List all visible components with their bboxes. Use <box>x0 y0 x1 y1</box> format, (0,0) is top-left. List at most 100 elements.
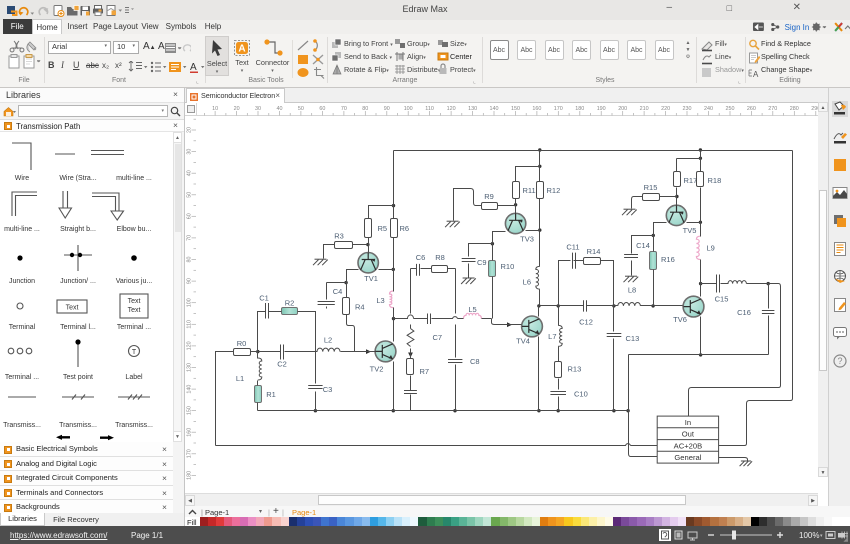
svg-text:C3: C3 <box>323 385 333 394</box>
svg-text:L6: L6 <box>523 278 531 287</box>
svg-text:20: 20 <box>234 106 240 112</box>
svg-text:L7: L7 <box>548 332 556 341</box>
svg-text:TV4: TV4 <box>516 337 530 346</box>
svg-text:TV1: TV1 <box>364 274 378 283</box>
svg-text:100: 100 <box>187 298 193 307</box>
svg-text:90: 90 <box>384 106 390 112</box>
svg-text:100%: 100% <box>799 531 819 540</box>
svg-text:L3: L3 <box>376 296 384 305</box>
svg-text:100: 100 <box>404 106 413 112</box>
svg-text:150: 150 <box>511 106 520 112</box>
svg-text:L5: L5 <box>468 305 476 314</box>
svg-text:80: 80 <box>362 106 368 112</box>
svg-text:200: 200 <box>618 106 627 112</box>
svg-text:A: A <box>238 44 245 55</box>
svg-text:R17: R17 <box>684 176 698 185</box>
svg-text:In: In <box>685 418 691 427</box>
svg-text:multi-line ...: multi-line ... <box>4 226 40 233</box>
svg-text:120: 120 <box>187 341 193 350</box>
svg-text:C12: C12 <box>579 318 593 327</box>
svg-text:C1: C1 <box>259 294 269 303</box>
svg-text:A: A <box>753 70 759 79</box>
svg-text:20: 20 <box>187 127 193 133</box>
svg-text:C7: C7 <box>433 333 443 342</box>
svg-text:AC+20B: AC+20B <box>674 441 703 450</box>
svg-text:70: 70 <box>187 235 193 241</box>
svg-text:250: 250 <box>726 106 735 112</box>
svg-text:General: General <box>674 453 701 462</box>
svg-text:R5: R5 <box>378 224 388 233</box>
svg-text:Junction: Junction <box>9 278 35 285</box>
svg-text:C14: C14 <box>636 241 650 250</box>
svg-text:TV2: TV2 <box>370 365 384 374</box>
svg-text:70: 70 <box>341 106 347 112</box>
svg-text:140: 140 <box>490 106 499 112</box>
svg-text:Transmiss...: Transmiss... <box>115 422 153 429</box>
svg-text:A: A <box>190 62 197 73</box>
svg-text:170: 170 <box>554 106 563 112</box>
svg-text:Transmiss...: Transmiss... <box>3 422 41 429</box>
svg-text:L9: L9 <box>707 244 715 253</box>
svg-text:R10: R10 <box>501 262 515 271</box>
svg-text:110: 110 <box>425 106 434 112</box>
svg-text:210: 210 <box>640 106 649 112</box>
svg-text:150: 150 <box>187 406 193 415</box>
svg-text:Text: Text <box>66 305 79 312</box>
svg-text:290: 290 <box>811 106 818 112</box>
svg-text:?: ? <box>837 356 842 366</box>
svg-text:TV6: TV6 <box>673 315 687 324</box>
svg-text:190: 190 <box>597 106 606 112</box>
svg-text:180: 180 <box>575 106 584 112</box>
svg-text:TV5: TV5 <box>683 226 697 235</box>
svg-text:280: 280 <box>790 106 799 112</box>
svg-text:C8: C8 <box>470 357 480 366</box>
svg-text:R0: R0 <box>237 339 247 348</box>
svg-text:Elbow bu...: Elbow bu... <box>117 226 152 233</box>
svg-text:R14: R14 <box>587 247 601 256</box>
svg-text:C9: C9 <box>477 258 487 267</box>
svg-text:160: 160 <box>532 106 541 112</box>
svg-text:140: 140 <box>187 385 193 394</box>
svg-text:Junction/ ...: Junction/ ... <box>60 278 96 285</box>
svg-text:R16: R16 <box>661 255 675 264</box>
svg-text:Text: Text <box>128 307 141 314</box>
svg-text:Transmiss...: Transmiss... <box>59 422 97 429</box>
svg-text:R4: R4 <box>355 303 365 312</box>
svg-text:R7: R7 <box>420 367 430 376</box>
svg-text:R8: R8 <box>435 253 445 262</box>
svg-text:C13: C13 <box>626 334 640 343</box>
svg-text:Wire: Wire <box>15 175 29 182</box>
svg-text:170: 170 <box>187 449 193 458</box>
svg-text:multi-line ...: multi-line ... <box>116 175 152 182</box>
svg-text:Terminal ...: Terminal ... <box>5 374 39 381</box>
svg-text:50: 50 <box>187 192 193 198</box>
svg-text:L8: L8 <box>628 286 636 295</box>
svg-text:L2: L2 <box>324 336 332 345</box>
svg-text:Straight b...: Straight b... <box>60 226 96 233</box>
svg-text:C2: C2 <box>277 360 287 369</box>
svg-text:180: 180 <box>187 471 193 480</box>
svg-text:R15: R15 <box>644 183 658 192</box>
svg-text:Label: Label <box>125 374 143 381</box>
svg-text:R2: R2 <box>285 299 295 308</box>
svg-text:60: 60 <box>187 213 193 219</box>
svg-text:130: 130 <box>468 106 477 112</box>
svg-text:C16: C16 <box>737 308 751 317</box>
svg-text:C6: C6 <box>416 253 426 262</box>
svg-text:R9: R9 <box>484 192 494 201</box>
svg-text:R11: R11 <box>523 186 536 195</box>
svg-text:240: 240 <box>704 106 713 112</box>
svg-text:Terminal l...: Terminal l... <box>60 324 96 331</box>
svg-text:80: 80 <box>187 257 193 263</box>
svg-text:30: 30 <box>187 149 193 155</box>
svg-text:Terminal: Terminal <box>9 324 36 331</box>
svg-text:Test point: Test point <box>63 374 93 381</box>
svg-text:C10: C10 <box>574 390 588 399</box>
svg-text:R18: R18 <box>708 176 722 185</box>
svg-text:120: 120 <box>447 106 456 112</box>
svg-text:Various ju...: Various ju... <box>116 278 152 285</box>
svg-text:60: 60 <box>319 106 325 112</box>
svg-text:R1: R1 <box>266 390 276 399</box>
svg-text:230: 230 <box>683 106 692 112</box>
svg-text:10: 10 <box>212 106 218 112</box>
